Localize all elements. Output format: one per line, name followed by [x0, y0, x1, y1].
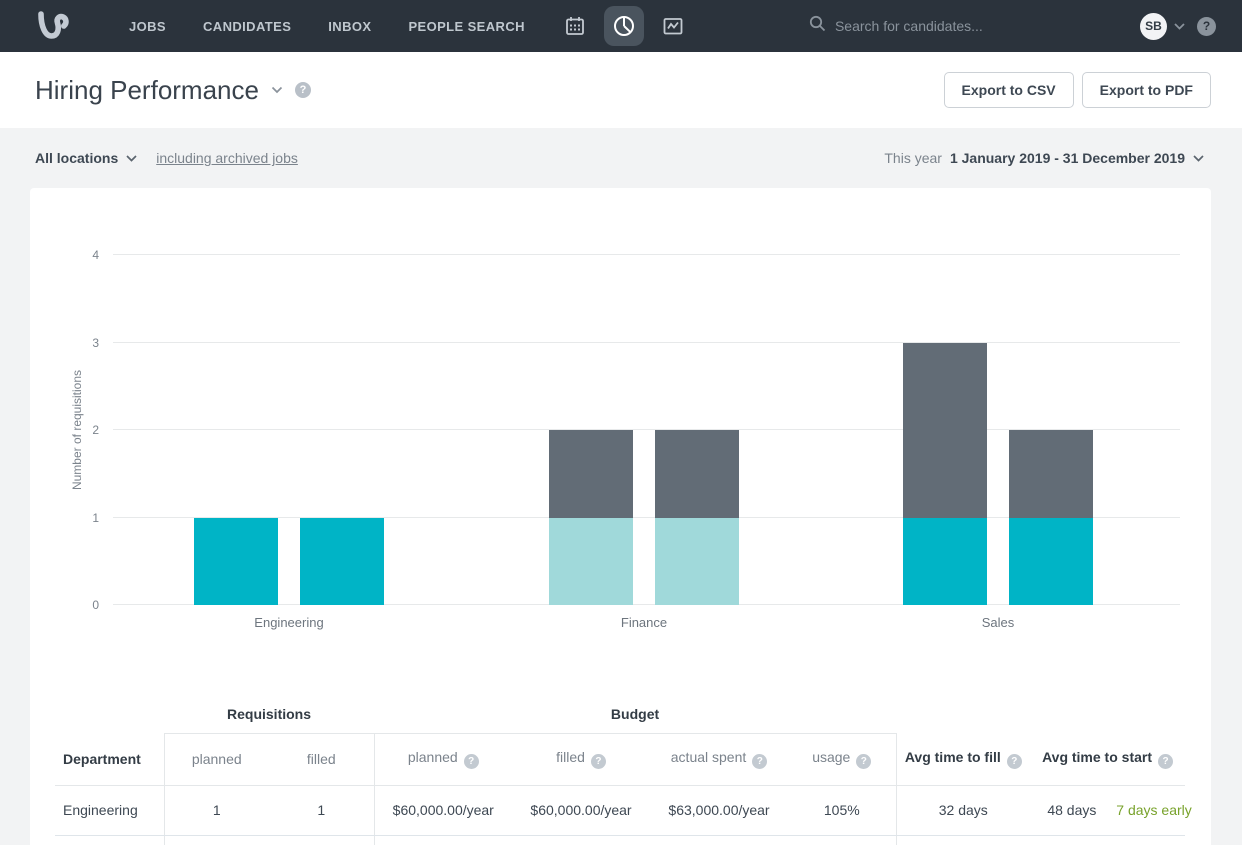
search-icon	[809, 15, 826, 37]
page-header: Hiring Performance ? Export to CSV Expor…	[0, 52, 1242, 128]
x-category-label: Finance	[620, 615, 668, 630]
filter-bar: All locations including archived jobs Th…	[0, 128, 1242, 188]
candidate-search	[809, 15, 1024, 37]
col-usage: usage?	[788, 732, 897, 786]
table-column-header-row: Department planned filled planned? fille…	[55, 732, 1186, 786]
cell-budget-planned: $60,000.00/year	[373, 785, 513, 836]
period-label: This year	[884, 150, 942, 166]
avatar: SB	[1140, 12, 1167, 40]
export-csv-button[interactable]: Export to CSV	[943, 72, 1074, 108]
table-row: Engineering 1 1 $60,000.00/year $60,000.…	[55, 785, 1192, 836]
help-icon[interactable]: ?	[856, 754, 872, 769]
top-navbar: JOBS CANDIDATES INBOX PEOPLE SEARCH Sear…	[0, 0, 1242, 52]
cell-usage: 105%	[788, 785, 897, 836]
menu-candidates[interactable]: CANDIDATES	[203, 19, 291, 34]
cell-department: Engineering	[55, 785, 164, 836]
cell-req-filled: 1	[269, 785, 375, 836]
avg-start-value: 48 days	[1047, 802, 1097, 818]
help-icon[interactable]: ?	[1006, 753, 1022, 769]
activity-chart-icon[interactable]	[653, 6, 693, 46]
user-menu[interactable]: SB	[1140, 12, 1185, 40]
main-menu: JOBS CANDIDATES INBOX PEOPLE SEARCH	[129, 19, 525, 34]
help-icon[interactable]: ?	[1158, 753, 1174, 769]
col-budget-filled: filled?	[512, 732, 651, 786]
reports-pie-chart-icon[interactable]	[603, 6, 644, 46]
table-group-header-row: Requisitions Budget	[55, 695, 1185, 733]
col-actual-spent: actual spent?	[650, 732, 789, 786]
help-icon[interactable]: ?	[752, 754, 768, 769]
archived-jobs-link[interactable]: including archived jobs	[156, 150, 298, 166]
bar-plot: 0 1 2 3 4 Engineering Finance Sales	[92, 248, 1180, 630]
search-input[interactable]	[834, 18, 1010, 34]
workable-logo[interactable]	[35, 10, 73, 42]
col-req-planned: planned	[163, 732, 269, 786]
report-title-dropdown[interactable]: Hiring Performance	[35, 75, 283, 106]
bar-segment-sales-2	[1009, 430, 1093, 518]
bar-segment-engineering-1	[194, 517, 278, 605]
calendar-icon[interactable]	[555, 6, 595, 46]
cell-req-planned: 1	[163, 785, 269, 836]
group-header-budget: Budget	[610, 705, 660, 722]
menu-people-search[interactable]: PEOPLE SEARCH	[408, 19, 524, 34]
bar-segment-finance-1	[549, 430, 633, 518]
x-category-label: Sales	[981, 615, 1015, 630]
report-card: Number of requisitions 0 1 2 3 4 Engineering F…	[30, 188, 1211, 845]
export-pdf-button[interactable]: Export to PDF	[1081, 72, 1211, 108]
bar-segment-finance-2	[655, 430, 739, 518]
menu-inbox[interactable]: INBOX	[328, 19, 371, 34]
requisitions-bar-chart: Number of requisitions 0 1 2 3 4 Engineering F…	[30, 188, 1211, 643]
nav-icon-group	[555, 6, 693, 46]
cell-avg-time-to-fill: 32 days	[896, 785, 1031, 836]
chevron-down-icon	[271, 86, 283, 94]
x-category-label: Engineering	[254, 615, 324, 630]
performance-table: Requisitions Budget Department planned f…	[55, 695, 1192, 845]
menu-jobs[interactable]: JOBS	[129, 19, 166, 34]
period-value: 1 January 2019 - 31 December 2019	[949, 150, 1185, 166]
col-avg-time-to-start: Avg time to start?	[1030, 733, 1186, 786]
date-range-dropdown[interactable]: This year 1 January 2019 - 31 December 2…	[884, 150, 1204, 166]
gridline	[113, 254, 1180, 255]
page-title: Hiring Performance	[35, 74, 259, 105]
bar-segment-sales-2	[1009, 517, 1093, 605]
help-icon[interactable]: ?	[463, 754, 479, 769]
chevron-down-icon	[1174, 22, 1185, 30]
y-tick-label: 4	[92, 248, 99, 262]
bar-segment-engineering-2	[300, 517, 384, 605]
y-tick-label: 1	[92, 510, 99, 525]
gridline	[113, 341, 1180, 343]
cell-actual-spent: $63,000.00/year	[650, 785, 789, 836]
table-row-partial	[55, 835, 1185, 845]
help-icon[interactable]: ?	[1197, 16, 1216, 36]
cell-budget-filled: $60,000.00/year	[512, 785, 651, 836]
bar-segment-sales-1	[903, 517, 987, 605]
chevron-down-icon	[1193, 154, 1204, 162]
y-tick-label: 2	[92, 423, 99, 437]
report-help-icon[interactable]: ?	[294, 82, 311, 98]
bar-segment-finance-1	[549, 517, 633, 605]
bar-segment-finance-2	[655, 517, 739, 605]
y-tick-label: 0	[92, 598, 99, 612]
col-department: Department	[55, 733, 164, 786]
group-header-requisitions: Requisitions	[227, 705, 312, 722]
location-filter-label: All locations	[35, 150, 119, 166]
col-avg-time-to-fill: Avg time to fill?	[896, 733, 1031, 786]
early-note: 7 days early	[1116, 802, 1192, 818]
bar-segment-sales-1	[903, 342, 987, 518]
help-icon[interactable]: ?	[590, 754, 606, 769]
cell-avg-time-to-start: 48 days 7 days early	[1030, 785, 1192, 836]
col-req-filled: filled	[269, 732, 375, 786]
chevron-down-icon	[126, 154, 137, 162]
col-budget-planned: planned?	[373, 732, 513, 786]
nav-right-group: SB ?	[1140, 12, 1216, 40]
y-tick-label: 3	[92, 335, 99, 350]
location-filter-dropdown[interactable]: All locations	[35, 150, 137, 166]
export-buttons: Export to CSV Export to PDF	[943, 72, 1211, 108]
